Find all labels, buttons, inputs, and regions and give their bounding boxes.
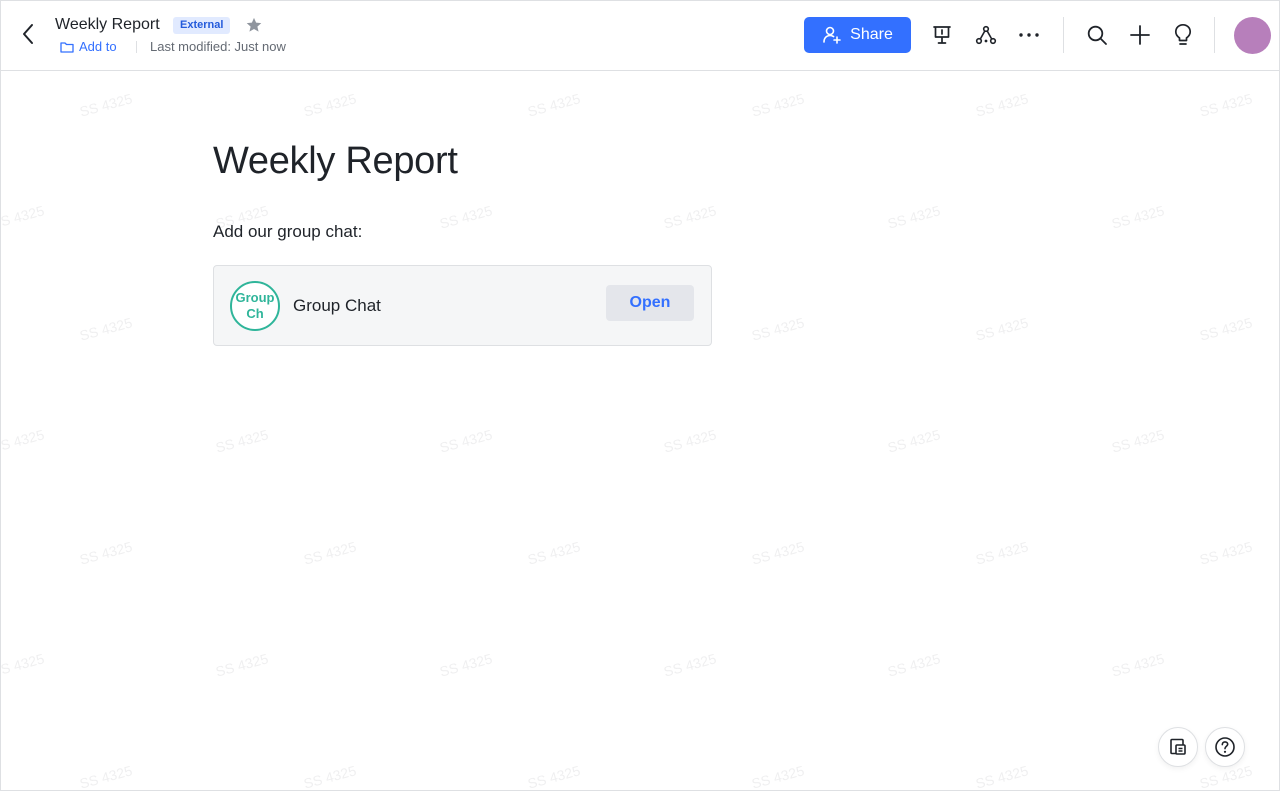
folder-icon [60,41,74,53]
search-button[interactable] [1083,21,1111,49]
lightbulb-icon [1174,23,1192,45]
app-window: Weekly Report External Add to Last modif… [0,0,1280,791]
add-button[interactable] [1126,21,1154,49]
org-tree-icon [975,25,997,45]
outline-button[interactable] [1158,727,1198,767]
group-chat-card[interactable]: Group Ch Group Chat Open [213,265,712,346]
last-modified: Last modified: Just now [150,39,286,54]
group-chat-avatar: Group Ch [230,281,280,331]
doc-title[interactable]: Weekly Report [55,16,160,34]
plus-icon [1130,25,1150,45]
open-chat-button[interactable]: Open [606,285,694,321]
search-icon [1087,25,1107,45]
tips-button[interactable] [1169,21,1197,49]
doc-header: Weekly Report External Add to Last modif… [1,1,1279,71]
add-to-label: Add to [79,39,117,54]
help-button[interactable] [1205,727,1245,767]
presentation-icon [933,26,951,44]
present-button[interactable] [928,21,956,49]
outline-icon [1170,738,1186,755]
document-body: Weekly Report Add our group chat: Group … [1,72,1279,790]
external-tag: External [173,17,231,34]
more-button[interactable] [1015,21,1043,49]
group-chat-name: Group Chat [293,296,381,315]
toolbar-divider [1214,17,1215,53]
user-avatar[interactable] [1234,17,1271,54]
add-to-button[interactable]: Add to [60,39,117,54]
star-button[interactable] [245,16,263,39]
org-tree-button[interactable] [972,21,1000,49]
share-button[interactable]: Share [804,17,911,53]
meta-divider [136,41,137,53]
help-icon [1215,737,1235,757]
star-icon [246,17,262,32]
page-title[interactable]: Weekly Report [213,140,458,183]
intro-text[interactable]: Add our group chat: [213,222,362,242]
more-icon [1019,33,1039,37]
chevron-left-icon [23,24,33,44]
add-person-icon [823,26,841,44]
share-label: Share [850,26,893,43]
back-button[interactable] [15,21,41,47]
toolbar-divider [1063,17,1064,53]
